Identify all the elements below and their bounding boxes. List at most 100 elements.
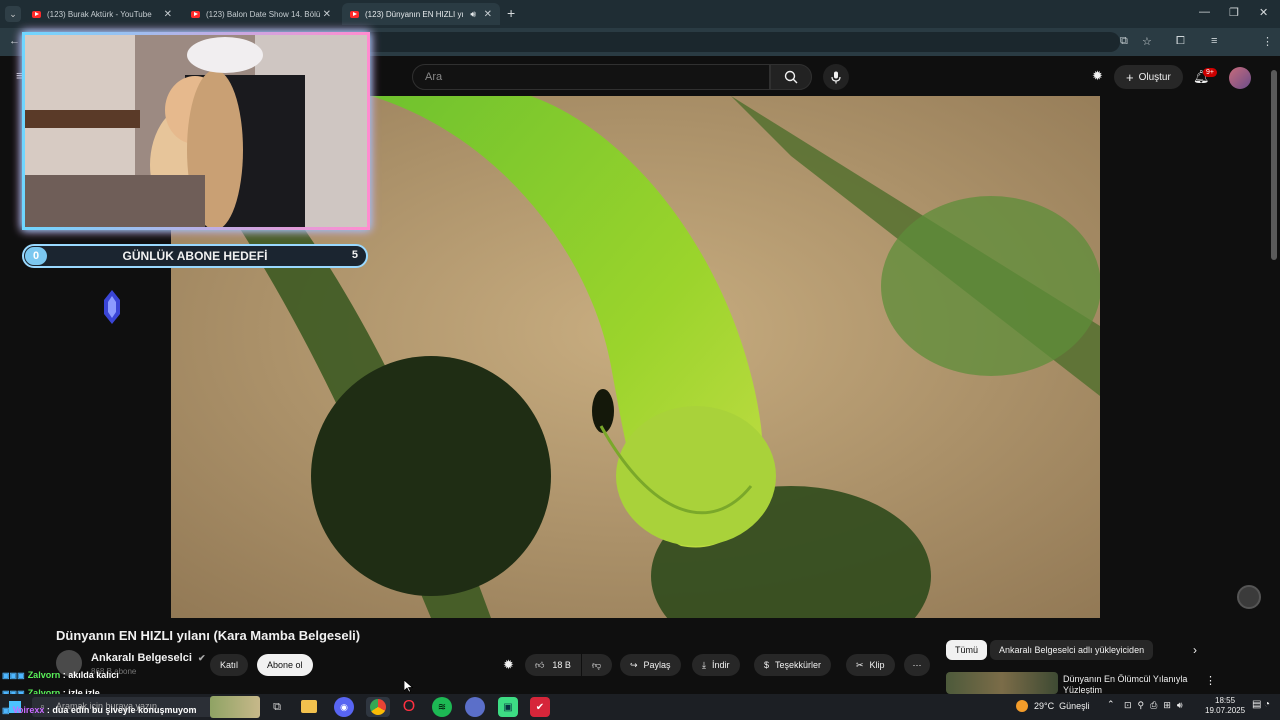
download-icon: ⤓ [702,659,706,670]
weather-text: 29°C Güneşli [1034,701,1090,711]
chat-badges-icon: ▣ [2,705,10,715]
tray-icons[interactable]: ⊡⚲⎙⊞🔊︎ [1124,700,1189,711]
bookmark-star-icon[interactable]: ☆ [1142,35,1152,48]
tab-title: (123) Balon Date Show 14. Bölü [206,9,321,19]
close-tab-icon[interactable]: ✕ [164,9,172,20]
browser-tab[interactable]: (123) Burak Aktürk - YouTube ✕ [24,3,180,25]
chip-from-uploader[interactable]: Ankaralı Belgeselci adlı yükleyiciden [990,640,1154,660]
webcam-image [25,35,367,227]
back-arrow-icon[interactable]: ← [9,35,20,47]
focus-assist-icon[interactable]: ◔ [1264,699,1270,710]
miniplayer-avatar-button[interactable] [1237,585,1261,609]
recommended-video-title[interactable]: Dünyanın En Ölümcül Yılanıyla Yüzleştim [1063,674,1203,694]
gemini-spark-icon[interactable]: ✹ [1092,68,1103,84]
video-title: Dünyanın EN HIZLI yılanı (Kara Mamba Bel… [56,628,361,643]
menu-kebab-icon[interactable]: ⋮ [1262,35,1273,48]
subscribe-button[interactable]: Abone ol [257,654,313,676]
install-app-icon[interactable]: ⧉ [1120,35,1128,48]
task-view-icon[interactable]: ⧉ [267,697,287,717]
sun-icon [1016,700,1028,712]
subscriber-goal-bar: 0 GÜNLÜK ABONE HEDEFİ 5 [22,244,368,268]
clock-date: 19.07.2025 [1205,706,1246,715]
search-icon [784,70,798,84]
tray-chevron-icon[interactable]: ⌃ [1107,699,1115,710]
chat-badges-icon: ▣▣▣ [2,670,25,680]
weather-widget[interactable]: 29°C Güneşli [1016,700,1090,712]
clip-button[interactable]: ✂ Klip [846,654,895,676]
microphone-icon [831,71,841,83]
plus-icon: + [1126,69,1134,85]
recommended-video-menu-icon[interactable]: ⋮ [1205,674,1216,687]
notifications-badge: 9+ [1203,68,1217,77]
close-tab-icon[interactable]: ✕ [484,9,492,20]
system-clock[interactable]: 18:55 19.07.2025 [1205,696,1245,716]
account-avatar[interactable] [1229,67,1251,89]
minimize-button[interactable]: — [1199,6,1210,18]
media-controls-icon[interactable]: ≡ [1211,35,1217,47]
browser-tab-strip: ⌄ (123) Burak Aktürk - YouTube ✕ (123) B… [0,0,1280,28]
chrome-logo [370,699,386,715]
more-actions-button[interactable]: ⋯ [904,654,930,676]
subscriber-goal-current: 0 [25,247,47,265]
spotify-icon[interactable]: ≋ [432,697,452,717]
thumbs-up-icon: 👍︎ [535,659,545,670]
thanks-button[interactable]: $ Teşekkürler [754,654,832,676]
join-button[interactable]: Katıl [210,654,249,676]
tab-title: (123) Burak Aktürk - YouTube [47,9,152,19]
youtube-favicon-icon [350,10,359,18]
subscriber-goal-target: 5 [351,249,358,261]
mouse-cursor-icon [404,680,413,693]
youtube-favicon-icon [32,10,41,18]
recommended-video-thumbnail[interactable] [946,672,1058,694]
verified-check-icon: ✔ [197,653,206,663]
chrome-icon[interactable] [366,697,390,717]
share-arrow-icon: ↪ [630,659,638,670]
clock-time: 18:55 [1215,696,1236,705]
discord-icon[interactable]: ◉ [334,697,354,717]
browser-tab[interactable]: (123) Balon Date Show 14. Bölü ✕ [183,3,339,25]
extensions-icon[interactable]: ⧠ [1176,35,1185,48]
like-button[interactable]: 👍︎ 18 B [525,654,581,676]
restore-button[interactable]: ❐ [1229,6,1239,19]
new-tab-button[interactable]: + [507,5,515,21]
scissors-icon: ✂ [856,659,864,670]
voice-search-button[interactable] [823,64,849,90]
share-button[interactable]: ↪ Paylaş [620,654,681,676]
like-count: 18 B [552,660,571,670]
app-icon[interactable] [465,697,485,717]
chat-message: ▣▣▣ Zalvorn : akılda kalıcı [2,670,119,680]
android-studio-icon[interactable]: ▣ [498,697,518,717]
search-button[interactable] [770,64,812,90]
chat-username: Voirexx [12,705,45,715]
chat-message: ▣ Voirexx : dua edin bu şiveyle konuşmuy… [2,705,197,715]
close-window-button[interactable]: ✕ [1259,6,1268,19]
chips-next-chevron-icon[interactable]: › [1193,643,1197,657]
streamer-logo-icon [100,290,124,324]
app-icon-red[interactable]: ✔ [530,697,550,717]
search-input[interactable]: Ara [412,64,770,90]
channel-name[interactable]: Ankaralı Belgeselci ✔ [91,652,206,664]
super-thanks-icon: $ [764,660,770,670]
close-tab-icon[interactable]: ✕ [323,9,331,20]
chat-username: Zalvorn [27,670,61,680]
create-button[interactable]: + Oluştur [1114,65,1183,89]
notification-center-icon[interactable]: ▤ [1252,699,1261,710]
youtube-favicon-icon [191,10,200,18]
chat-text: akılda kalıcı [68,670,119,680]
download-button[interactable]: ⤓ İndir [692,654,740,676]
opera-gx-icon[interactable]: O [399,697,419,717]
chip-all[interactable]: Tümü [946,640,988,660]
file-explorer-icon[interactable] [301,700,317,713]
chat-text: dua edin bu şiveyle konuşmuyom [52,705,197,715]
ask-gemini-icon[interactable]: ✹ [503,657,514,673]
taskbar-search-banner [210,696,260,718]
thumbs-down-icon: 👎︎ [592,659,602,670]
speaker-icon[interactable]: 🔊︎ [470,9,476,20]
subscriber-goal-label: GÜNLÜK ABONE HEDEFİ [122,249,268,263]
tab-search-button[interactable]: ⌄ [5,6,21,22]
page-scrollbar[interactable] [1271,70,1277,260]
webcam-overlay [22,32,370,230]
create-label: Oluştur [1138,71,1171,83]
browser-tab-active[interactable]: (123) Dünyanın EN HIZLI yı 🔊︎ ✕ [342,3,500,25]
dislike-button[interactable]: 👎︎ [582,654,612,676]
